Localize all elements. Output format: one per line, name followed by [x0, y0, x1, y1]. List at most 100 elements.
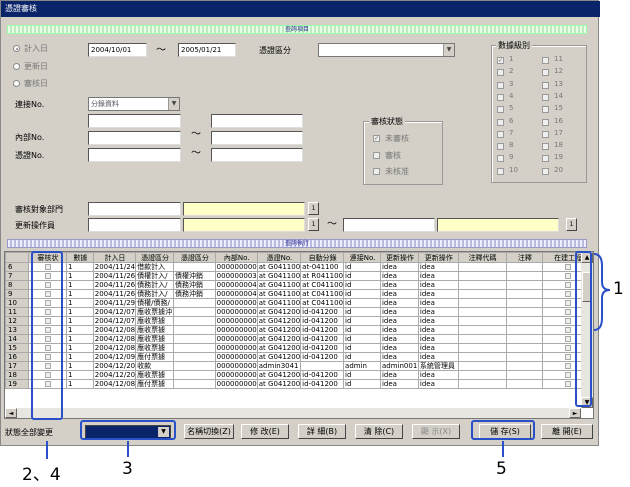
internal-no-row0-to[interactable]	[211, 114, 303, 128]
internal-no-to[interactable]	[211, 131, 303, 145]
updater-from-lookup-button[interactable]: 1	[308, 218, 319, 231]
level-checkbox[interactable]	[542, 155, 549, 163]
scroll-left-icon[interactable]: ◄	[5, 408, 17, 418]
level-checkbox[interactable]	[497, 155, 504, 163]
table-row[interactable]: 17 1 2004/12/20 收款 000000000 admin3041 a…	[5, 361, 593, 371]
table-row[interactable]: 13 1 2004/12/08 應收票據 000000000 at G04120…	[5, 325, 593, 335]
level-label: 15	[554, 104, 563, 113]
table-row[interactable]: 8 1 2004/11/26 債務計入/ 債務沖銷 000000004 at G…	[5, 280, 593, 290]
construction-checkbox[interactable]	[565, 363, 572, 369]
level-checkbox[interactable]	[542, 57, 549, 64]
table-row[interactable]: 19 1 2004/12/08 應付票據 000000000 at G04120…	[5, 379, 593, 389]
checkbox-unapproved[interactable]	[373, 168, 380, 175]
table-row[interactable]: 12 1 2004/12/07 應收票據 000000000 at G04120…	[5, 316, 593, 326]
exit-button[interactable]: 離 開(E)	[541, 424, 593, 439]
construction-checkbox[interactable]	[565, 300, 572, 306]
column-header[interactable]: 憑證區分	[173, 252, 216, 263]
target-dept-code-input[interactable]	[88, 202, 181, 216]
table-row[interactable]: 15 1 2004/12/08 應收票據 000000000 at G04120…	[5, 343, 593, 353]
checkbox-unaudited[interactable]: ✓	[373, 135, 380, 142]
radio-update-date[interactable]	[13, 63, 20, 70]
level-checkbox[interactable]	[497, 93, 504, 101]
construction-checkbox[interactable]	[565, 318, 572, 324]
construction-checkbox[interactable]	[565, 327, 572, 333]
column-header[interactable]: 自動分錄	[300, 252, 345, 263]
construction-checkbox[interactable]	[565, 381, 572, 387]
voucher-no-from[interactable]	[88, 148, 181, 162]
level-checkbox[interactable]	[542, 81, 549, 89]
updater-to-lookup-button[interactable]: 1	[566, 218, 577, 231]
table-row[interactable]: 6 1 2004/11/24 借款計入 000000000 at G041100…	[5, 262, 593, 272]
construction-checkbox[interactable]	[565, 273, 572, 279]
construction-checkbox[interactable]	[565, 309, 572, 315]
updater-to-code-input[interactable]	[343, 218, 435, 232]
column-header[interactable]: 更新操作	[379, 252, 419, 263]
table-row[interactable]: 16 1 2004/12/09 應付票據 000000000 at G04120…	[5, 352, 593, 362]
table-row[interactable]: 7 1 2004/11/26 債權計入/ 債權沖銷 000000003 at G…	[5, 271, 593, 281]
construction-checkbox[interactable]	[565, 345, 572, 351]
grid-horizontal-scrollbar[interactable]: ◄ ►	[5, 408, 581, 418]
voucher-type-select[interactable]: ▼	[318, 43, 455, 57]
construction-checkbox[interactable]	[565, 372, 572, 378]
column-header[interactable]: 計入日	[92, 252, 137, 263]
checkbox-audited[interactable]	[373, 152, 380, 159]
construction-checkbox[interactable]	[565, 354, 572, 360]
table-row[interactable]: 14 1 2004/12/08 應收票據 000000000 at G04120…	[5, 334, 593, 344]
construction-checkbox[interactable]	[565, 291, 572, 297]
radio-audit-date[interactable]	[13, 80, 20, 87]
level-checkbox[interactable]	[497, 130, 504, 138]
level-checkbox[interactable]	[542, 118, 549, 126]
result-grid[interactable]: 審核状 數據 計入日 憑證區分 憑證區分 內部No. 憑證No. 自動分錄 連接No. 更新操作更…	[4, 251, 594, 419]
table-row[interactable]: 11 1 2004/12/07 應收票據沖 000000000 at G0412…	[5, 307, 593, 317]
table-row[interactable]: 10 1 2004/11/29 債權/債務/ 000000000 at G041…	[5, 298, 593, 308]
internal-no-row0-from[interactable]	[88, 114, 181, 128]
note-code-cell	[457, 280, 507, 290]
level-checkbox[interactable]	[542, 93, 549, 101]
data-cell: 1	[66, 262, 94, 272]
level-checkbox[interactable]	[497, 69, 504, 77]
level-checkbox[interactable]	[497, 167, 504, 175]
column-header[interactable]: 憑證區分	[135, 252, 175, 263]
level-checkbox[interactable]	[497, 106, 504, 114]
construction-checkbox[interactable]	[565, 336, 572, 342]
table-row[interactable]: 18 1 2004/12/20 應收票據 000000000 at G04120…	[5, 370, 593, 380]
radio-entry-date[interactable]	[13, 45, 20, 52]
detail-button[interactable]: 詳 細(B)	[298, 424, 346, 439]
column-header[interactable]: 內部No.	[214, 252, 258, 263]
rename-switch-button[interactable]: 名稱切換(Z)	[184, 424, 234, 439]
voucher-no-to[interactable]	[211, 148, 303, 162]
level-checkbox[interactable]	[542, 130, 549, 138]
level-checkbox[interactable]	[497, 118, 504, 126]
level-checkbox[interactable]: ✓	[497, 57, 504, 64]
row-number: 11	[5, 307, 29, 317]
internal-no-from[interactable]	[88, 131, 181, 145]
scroll-right-icon[interactable]: ►	[569, 408, 581, 418]
level-checkbox[interactable]	[542, 106, 549, 114]
construction-checkbox[interactable]	[565, 264, 572, 270]
radio-audit-date-label: 審核日	[24, 79, 48, 88]
clear-button[interactable]: 清 除(C)	[355, 424, 403, 439]
auto-entry-cell: id-041200	[300, 316, 345, 326]
target-dept-lookup-button[interactable]: 1	[308, 202, 319, 215]
date-from-input[interactable]: 2004/10/01	[88, 43, 147, 57]
column-header[interactable]: 更新操作	[417, 252, 459, 263]
level-checkbox[interactable]	[542, 69, 549, 77]
voucher-no-cell: admin3041	[256, 361, 302, 371]
updater-from-code-input[interactable]	[88, 218, 181, 232]
construction-checkbox[interactable]	[565, 282, 572, 288]
column-header[interactable]: 數據	[66, 252, 94, 263]
level-checkbox[interactable]	[497, 81, 504, 89]
column-header[interactable]: 注釋	[505, 252, 544, 263]
ledger-select[interactable]: 分錄資料 ▼	[88, 97, 180, 111]
table-row[interactable]: 9 1 2004/11/26 債務計入/ 債務沖銷 000000004 at G…	[5, 289, 593, 299]
edit-button[interactable]: 修 改(E)	[241, 424, 289, 439]
updater-label: 更新操作員	[15, 221, 55, 230]
data-cell: 1	[66, 352, 94, 362]
level-checkbox[interactable]	[542, 143, 549, 151]
level-checkbox[interactable]	[542, 167, 549, 175]
level-checkbox[interactable]	[497, 143, 504, 151]
column-header[interactable]: 憑證No.	[256, 252, 302, 263]
column-header[interactable]: 注釋代碼	[457, 252, 507, 263]
column-header[interactable]: 連接No.	[343, 252, 381, 263]
date-to-input[interactable]: 2005/01/21	[178, 43, 236, 57]
